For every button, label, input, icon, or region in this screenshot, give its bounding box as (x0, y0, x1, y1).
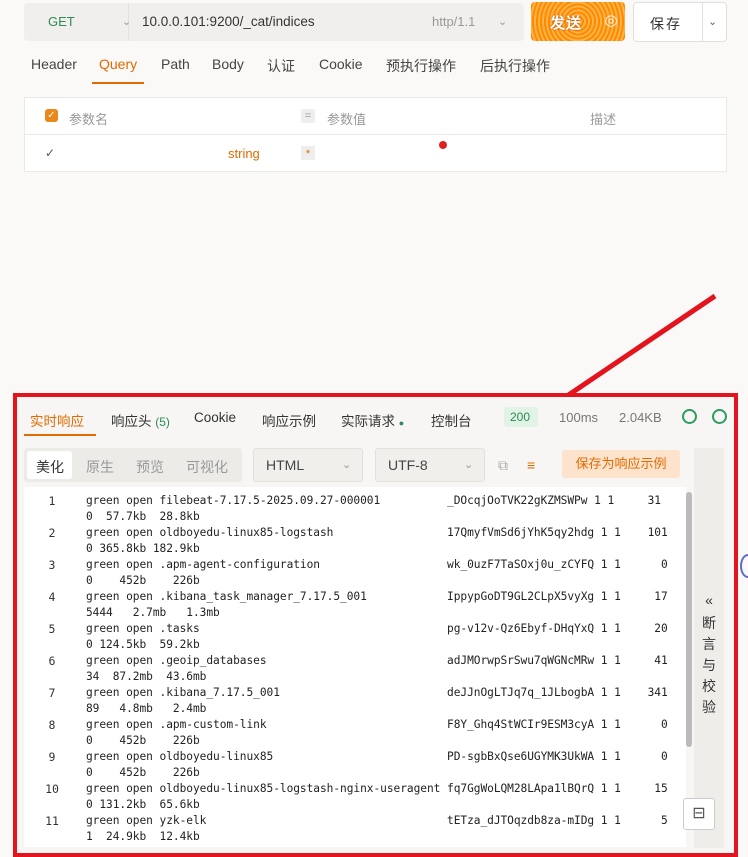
line-number: 9 (48, 750, 56, 764)
active-tab-indicator (24, 434, 96, 436)
code-line: green open oldboyedu-linux85 PD-sgbBxQse… (86, 750, 668, 763)
copy-icon[interactable]: ⧉ (498, 457, 508, 474)
tab-response-example[interactable]: 响应示例 (262, 410, 316, 430)
tab-label: 响应头 (111, 414, 152, 429)
status-badge: 200 (504, 407, 538, 427)
encoding-value: UTF-8 (388, 457, 428, 473)
code-line-wrap: 34 87.2mb 43.6mb (86, 670, 207, 683)
code-line-wrap: 89 4.8mb 2.4mb (86, 702, 207, 715)
chevron-down-icon: ⌄ (342, 459, 352, 471)
line-number: 11 (45, 814, 59, 828)
line-number: 3 (48, 558, 56, 572)
line-number: 4 (48, 590, 56, 604)
tab-response-cookie[interactable]: Cookie (194, 410, 236, 425)
chevron-down-icon: ⌄ (464, 459, 474, 471)
code-line-wrap: 0 452b 226b (86, 734, 200, 747)
layout-toggle-icon[interactable]: ⊟ (683, 798, 715, 830)
dot-icon: ● (398, 418, 405, 428)
format-raw[interactable]: 原生 (86, 457, 114, 477)
code-line: green open .kibana_task_manager_7.17.5_0… (86, 590, 668, 603)
sidebar-label-char: 断 (702, 615, 716, 631)
tab-console[interactable]: 控制台 (431, 410, 472, 430)
line-number: 1 (48, 494, 56, 508)
line-number: 6 (48, 654, 56, 668)
code-line: green open .apm-custom-link F8Y_Ghq4StWC… (86, 718, 668, 731)
encoding-select[interactable]: UTF-8 ⌄ (375, 448, 485, 482)
line-number: 5 (48, 622, 56, 636)
code-line: green open .kibana_7.17.5_001 deJJnOgLTJ… (86, 686, 668, 699)
code-line: green open .apm-agent-configuration wk_0… (86, 558, 668, 571)
headers-count: (5) (155, 415, 170, 429)
wrap-icon[interactable]: ≡ (527, 457, 535, 473)
settings-icon[interactable] (712, 409, 727, 424)
assertion-sidebar[interactable]: « 断言与校验 (694, 448, 724, 848)
format-tabs: 美化 原生 预览 可视化 (24, 448, 242, 482)
sidebar-label-char: 言 (702, 636, 716, 652)
line-number: 10 (45, 782, 59, 796)
sidebar-label-char: 与 (702, 657, 716, 673)
line-number: 7 (48, 686, 56, 700)
tab-response-headers[interactable]: 响应头 (5) (111, 410, 170, 430)
expand-icon: « (705, 592, 713, 608)
response-tabs: 实时响应 响应头 (5) Cookie 响应示例 实际请求 ● 控制台 200 … (17, 397, 734, 439)
code-line: green open oldboyedu-linux85-logstash-ng… (86, 782, 668, 795)
scrollbar[interactable] (686, 492, 692, 747)
response-panel: 实时响应 响应头 (5) Cookie 响应示例 实际请求 ● 控制台 200 … (13, 393, 738, 857)
save-as-example-button[interactable]: 保存为响应示例 (562, 450, 680, 478)
line-number: 8 (48, 718, 56, 732)
tab-actual-request[interactable]: 实际请求 ● (341, 410, 404, 430)
code-line-wrap: 1 24.9kb 12.4kb (86, 830, 200, 843)
code-line-wrap: 0 124.5kb 59.2kb (86, 638, 200, 651)
format-pretty[interactable]: 美化 (36, 457, 64, 477)
sidebar-label-char: 验 (702, 699, 716, 715)
content-type-select[interactable]: HTML ⌄ (253, 448, 363, 482)
code-line-wrap: 0 365.8kb 182.9kb (86, 542, 200, 555)
response-body[interactable]: 1 green open filebeat-7.17.5-2025.09.27-0… (24, 487, 686, 847)
line-number: 2 (48, 526, 56, 540)
tab-label: 实际请求 (341, 414, 395, 429)
format-preview[interactable]: 预览 (136, 457, 164, 477)
tab-realtime-response[interactable]: 实时响应 (30, 410, 84, 430)
globe-icon[interactable] (682, 409, 697, 424)
response-time: 100ms (559, 410, 599, 425)
code-line: green open .tasks pg-v12v-Qz6Ebyf-DHqYxQ… (86, 622, 668, 635)
code-line: green open .geoip_databases adJMOrwpSrSw… (86, 654, 668, 667)
code-line-wrap: 0 452b 226b (86, 766, 200, 779)
sidebar-label-char: 校 (702, 678, 716, 694)
code-line: green open yzk-elk tETza_dJTOqzdb8za-mID… (86, 814, 668, 827)
content-type-value: HTML (266, 457, 305, 473)
code-line: green open filebeat-7.17.5-2025.09.27-00… (86, 494, 661, 507)
code-line-wrap: 5444 2.7mb 1.3mb (86, 606, 220, 619)
code-line-wrap: 0 57.7kb 28.8kb (86, 510, 200, 523)
code-line-wrap: 0 131.2kb 65.6kb (86, 798, 200, 811)
response-size: 2.04KB (619, 410, 662, 425)
code-line-wrap: 0 452b 226b (86, 574, 200, 587)
code-line: green open oldboyedu-linux85-logstash 17… (86, 526, 668, 539)
format-visualize[interactable]: 可视化 (186, 457, 228, 477)
